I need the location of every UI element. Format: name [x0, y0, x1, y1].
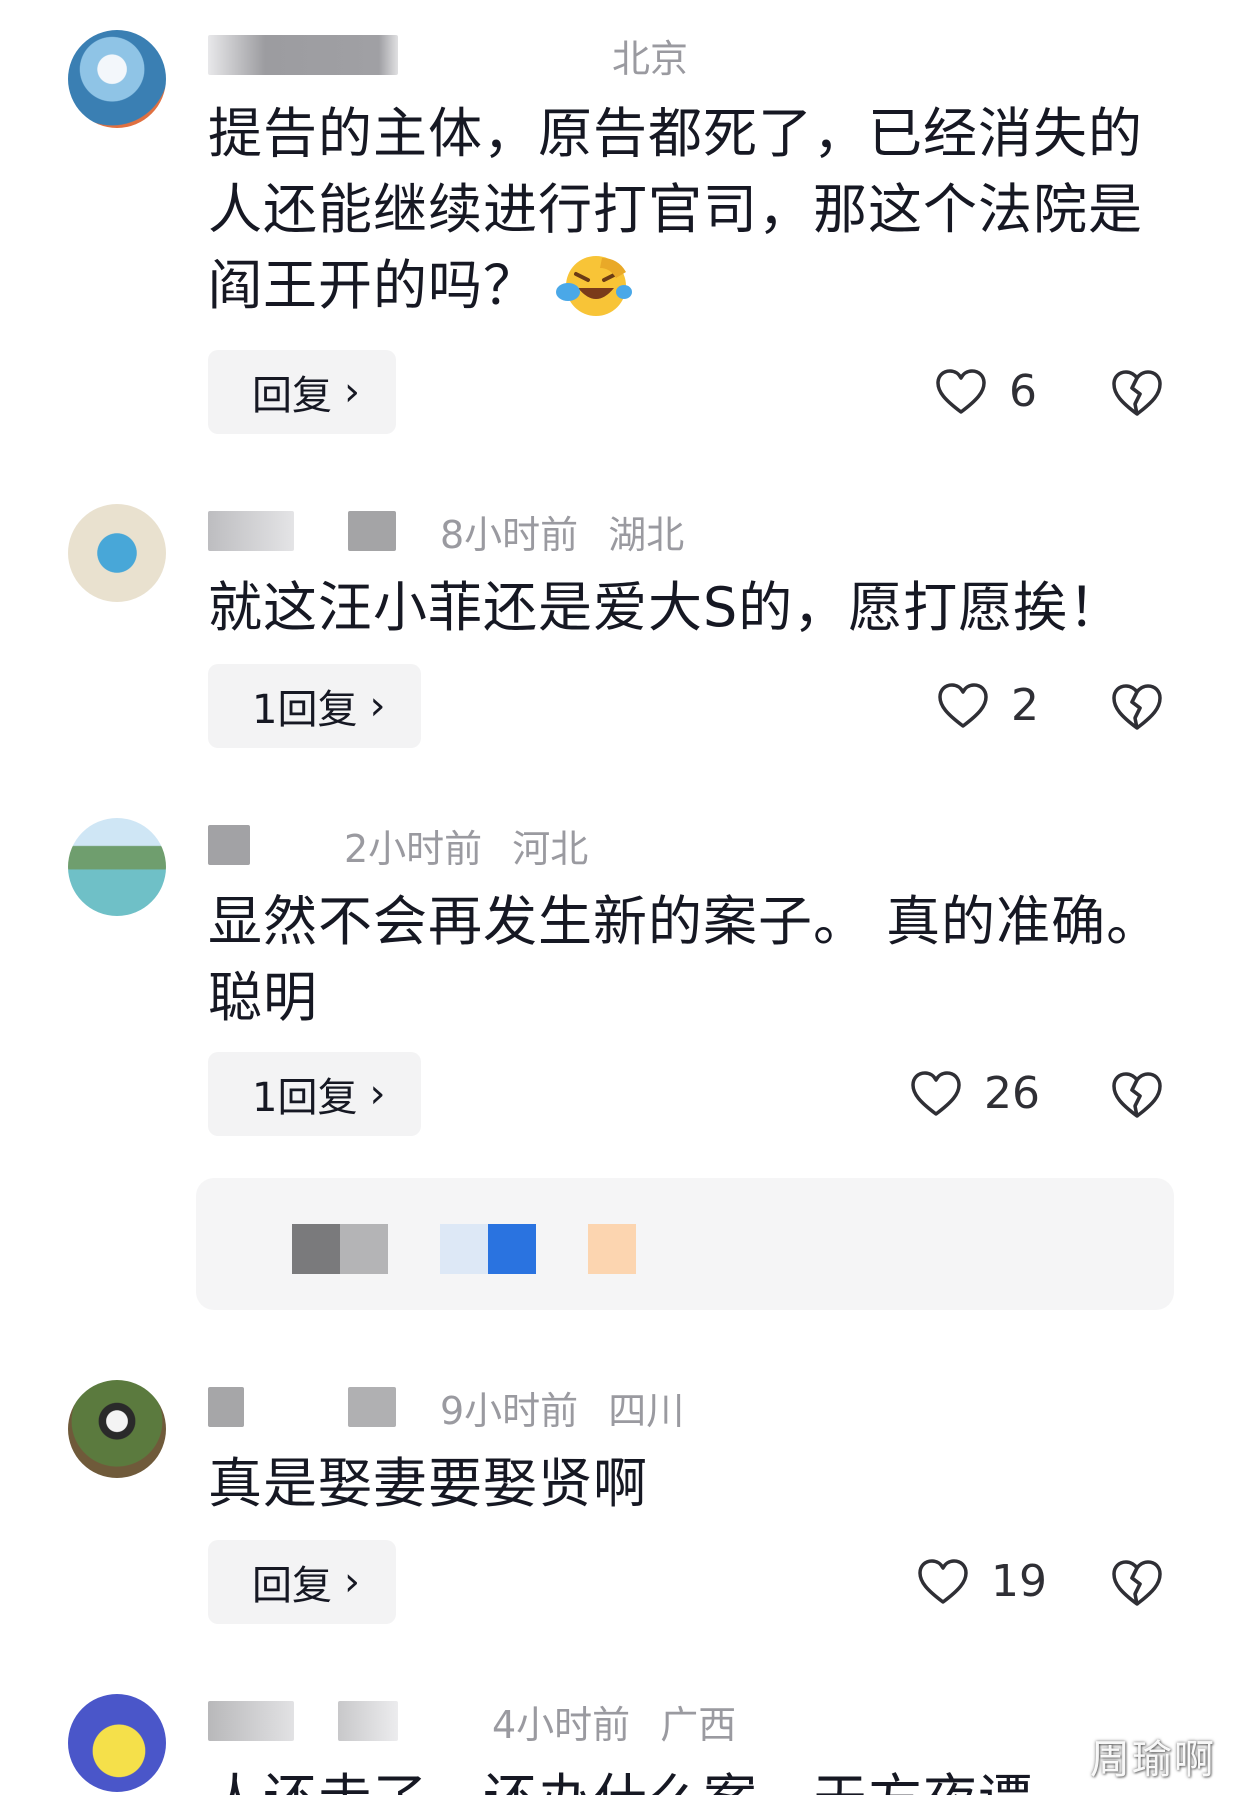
username-redacted [208, 1387, 244, 1427]
username-redacted [348, 511, 396, 551]
chevron-right-icon: › [369, 683, 386, 729]
avatar[interactable] [68, 1694, 166, 1792]
dislike-broken-heart-icon[interactable] [1110, 368, 1164, 418]
heart-icon [936, 368, 986, 414]
comment-meta: 北京 [208, 30, 689, 81]
reply-button[interactable]: 1回复 › [208, 1052, 422, 1136]
avatar[interactable] [68, 504, 166, 602]
comment-meta: 4小时前 广西 [208, 1696, 737, 1747]
comment-location: 广西 [660, 1702, 737, 1747]
heart-icon [911, 1070, 961, 1116]
comment-text: 显然不会再发生新的案子。 真的准确。 聪明 [208, 890, 1162, 1029]
dislike-broken-heart-icon[interactable] [1110, 1558, 1164, 1608]
chevron-right-icon: › [369, 1071, 386, 1117]
comment-location: 湖北 [608, 512, 685, 557]
watermark: 周瑜啊 [1090, 1737, 1216, 1783]
username-redacted [208, 35, 398, 75]
comment-time: 4小时前 [492, 1702, 631, 1747]
comment-location: 四川 [608, 1388, 685, 1433]
comment-location: 河北 [512, 826, 589, 871]
comment-text: 人还走了，还办什么案，天方夜谭 [208, 1762, 1168, 1795]
redacted-block [340, 1224, 388, 1274]
laughing-tears-emoji-icon [556, 256, 632, 316]
avatar[interactable] [68, 1380, 166, 1478]
redacted-block [292, 1224, 340, 1274]
comment-time: 9小时前 [440, 1388, 579, 1433]
like-button[interactable]: 2 [937, 680, 1039, 731]
comment-text: 提告的主体，原告都死了，已经消失的 人还能继续进行打官司，那这个法院是 阎王开的… [208, 102, 1143, 317]
redacted-block [440, 1224, 488, 1274]
username-redacted [208, 825, 250, 865]
comment-text: 真是娶妻要娶贤啊 [208, 1452, 648, 1515]
heart-icon [938, 682, 988, 728]
like-count: 6 [1009, 366, 1037, 417]
like-button[interactable]: 6 [935, 366, 1037, 417]
comment-meta: 2小时前 河北 [208, 820, 589, 871]
reply-button[interactable]: 回复 › [208, 1540, 396, 1624]
dislike-broken-heart-icon[interactable] [1110, 1070, 1164, 1120]
redacted-card[interactable] [196, 1178, 1174, 1310]
comment-text: 就这汪小菲还是爱大S的，愿打愿挨！ [208, 576, 1124, 639]
username-redacted [208, 1701, 294, 1741]
like-button[interactable]: 19 [917, 1556, 1047, 1607]
like-button[interactable]: 26 [910, 1068, 1040, 1119]
comment-location: 北京 [612, 36, 689, 81]
like-count: 2 [1011, 680, 1039, 731]
username-redacted [348, 1387, 396, 1427]
redacted-block [488, 1224, 536, 1274]
reply-button[interactable]: 1回复 › [208, 664, 422, 748]
comment-time: 8小时前 [440, 512, 579, 557]
dislike-broken-heart-icon[interactable] [1110, 682, 1164, 732]
chevron-right-icon: › [344, 1559, 360, 1605]
username-redacted [338, 1701, 398, 1741]
comment-meta: 9小时前 四川 [208, 1382, 685, 1433]
comment-meta: 8小时前 湖北 [208, 506, 685, 557]
avatar[interactable] [68, 818, 166, 916]
heart-icon [918, 1558, 968, 1604]
comment-time: 2小时前 [344, 826, 483, 871]
like-count: 26 [984, 1068, 1040, 1119]
avatar[interactable] [68, 30, 166, 128]
redacted-block [588, 1224, 636, 1274]
username-redacted [208, 511, 294, 551]
reply-button[interactable]: 回复 › [208, 350, 396, 434]
like-count: 19 [991, 1556, 1047, 1607]
chevron-right-icon: › [344, 369, 360, 415]
